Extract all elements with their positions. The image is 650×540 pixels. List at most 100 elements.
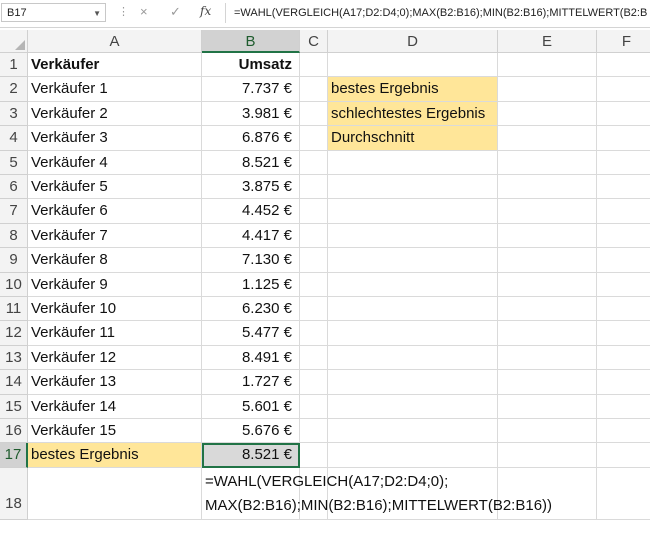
cell-C9[interactable] xyxy=(300,248,328,273)
cancel-icon[interactable]: × xyxy=(140,4,148,19)
cell-D4[interactable]: Durchschnitt xyxy=(328,126,498,151)
cell-F12[interactable] xyxy=(597,321,650,346)
cell-E17[interactable] xyxy=(498,443,597,468)
cell-A4[interactable]: Verkäufer 3 xyxy=(28,126,202,151)
cell-E15[interactable] xyxy=(498,394,597,419)
cell-D6[interactable] xyxy=(328,175,498,200)
cell-F8[interactable] xyxy=(597,224,650,249)
cell-E16[interactable] xyxy=(498,419,597,444)
cell-E9[interactable] xyxy=(498,248,597,273)
column-header-C[interactable]: C xyxy=(300,30,328,53)
row-header-14[interactable]: 14 xyxy=(0,370,28,395)
cell-F11[interactable] xyxy=(597,297,650,322)
cell-C3[interactable] xyxy=(300,101,328,127)
cell-A11[interactable]: Verkäufer 10 xyxy=(28,297,202,322)
cell-E10[interactable] xyxy=(498,272,597,297)
cell-C17[interactable] xyxy=(300,443,328,468)
column-header-E[interactable]: E xyxy=(498,30,597,53)
cell-C8[interactable] xyxy=(300,223,328,249)
cell-B7[interactable]: 4.452 € xyxy=(202,199,300,224)
row-header-13[interactable]: 13 xyxy=(0,345,28,371)
cell-D3[interactable]: schlechtestes Ergebnis xyxy=(328,101,498,127)
cell-B12[interactable]: 5.477 € xyxy=(202,321,300,346)
cell-B6[interactable]: 3.875 € xyxy=(202,175,300,200)
cell-A12[interactable]: Verkäufer 11 xyxy=(28,321,202,346)
cell-B14[interactable]: 1.727 € xyxy=(202,370,300,395)
cell-B1[interactable]: Umsatz xyxy=(202,53,300,78)
select-all-corner[interactable] xyxy=(0,30,28,53)
row-header-1[interactable]: 1 xyxy=(0,53,28,78)
cell-E6[interactable] xyxy=(498,175,597,200)
cell-A5[interactable]: Verkäufer 4 xyxy=(28,150,202,175)
cell-D13[interactable] xyxy=(328,345,498,371)
cell-D16[interactable] xyxy=(328,419,498,444)
row-header-6[interactable]: 6 xyxy=(0,175,28,200)
cell-D11[interactable] xyxy=(328,297,498,322)
row-header-4[interactable]: 4 xyxy=(0,126,28,151)
row-header-2[interactable]: 2 xyxy=(0,77,28,102)
cell-B18[interactable]: =WAHL(VERGLEICH(A17;D2:D4;0); MAX(B2:B16)… xyxy=(202,467,552,520)
cell-A13[interactable]: Verkäufer 12 xyxy=(28,345,202,371)
cell-F17[interactable] xyxy=(597,443,650,468)
row-header-11[interactable]: 11 xyxy=(0,297,28,322)
row-header-17[interactable]: 17 xyxy=(0,443,28,468)
chevron-down-icon[interactable]: ▼ xyxy=(93,4,101,23)
cell-F9[interactable] xyxy=(597,248,650,273)
cell-B11[interactable]: 6.230 € xyxy=(202,297,300,322)
cell-C5[interactable] xyxy=(300,150,328,175)
column-header-D[interactable]: D xyxy=(328,30,498,53)
cell-D17[interactable] xyxy=(328,443,498,468)
cell-F10[interactable] xyxy=(597,273,650,297)
cell-A7[interactable]: Verkäufer 6 xyxy=(28,199,202,224)
cell-C15[interactable] xyxy=(300,394,328,419)
cell-F13[interactable] xyxy=(597,346,650,371)
cell-A10[interactable]: Verkäufer 9 xyxy=(28,272,202,297)
cell-B8[interactable]: 4.417 € xyxy=(202,223,300,249)
cell-F15[interactable] xyxy=(597,395,650,419)
cell-D12[interactable] xyxy=(328,321,498,346)
cell-B17[interactable]: 8.521 € xyxy=(202,443,300,468)
name-box[interactable]: B17 ▼ xyxy=(1,3,106,22)
drag-handle-icon[interactable]: ⋮ xyxy=(118,5,129,18)
row-header-16[interactable]: 16 xyxy=(0,419,28,444)
cell-C6[interactable] xyxy=(300,175,328,200)
row-header-3[interactable]: 3 xyxy=(0,101,28,127)
cell-F1[interactable] xyxy=(597,53,650,78)
cell-A8[interactable]: Verkäufer 7 xyxy=(28,223,202,249)
cell-D2[interactable]: bestes Ergebnis xyxy=(328,77,498,102)
column-header-B[interactable]: B xyxy=(202,30,300,53)
row-header-15[interactable]: 15 xyxy=(0,394,28,419)
cell-A18[interactable] xyxy=(28,467,202,520)
cell-C13[interactable] xyxy=(300,345,328,371)
cell-B9[interactable]: 7.130 € xyxy=(202,248,300,273)
row-header-8[interactable]: 8 xyxy=(0,223,28,249)
cell-E1[interactable] xyxy=(498,53,597,78)
cell-C11[interactable] xyxy=(300,297,328,322)
cell-A6[interactable]: Verkäufer 5 xyxy=(28,175,202,200)
column-header-A[interactable]: A xyxy=(28,30,202,53)
row-header-7[interactable]: 7 xyxy=(0,199,28,224)
cell-E2[interactable] xyxy=(498,77,597,102)
cell-B13[interactable]: 8.491 € xyxy=(202,345,300,371)
cell-F14[interactable] xyxy=(597,370,650,395)
cell-C7[interactable] xyxy=(300,199,328,224)
cell-C1[interactable] xyxy=(300,53,328,78)
cell-A17[interactable]: bestes Ergebnis xyxy=(28,443,202,468)
cell-C10[interactable] xyxy=(300,272,328,297)
cell-F16[interactable] xyxy=(597,419,650,444)
cell-E7[interactable] xyxy=(498,199,597,224)
column-header-F[interactable]: F xyxy=(597,30,650,53)
cell-C4[interactable] xyxy=(300,126,328,151)
cell-E12[interactable] xyxy=(498,321,597,346)
cell-D1[interactable] xyxy=(328,53,498,78)
cell-C2[interactable] xyxy=(300,77,328,102)
cell-E13[interactable] xyxy=(498,345,597,371)
cell-B15[interactable]: 5.601 € xyxy=(202,394,300,419)
cell-D7[interactable] xyxy=(328,199,498,224)
cell-B4[interactable]: 6.876 € xyxy=(202,126,300,151)
cell-A15[interactable]: Verkäufer 14 xyxy=(28,394,202,419)
cell-E4[interactable] xyxy=(498,126,597,151)
row-header-10[interactable]: 10 xyxy=(0,272,28,297)
cell-E8[interactable] xyxy=(498,223,597,249)
row-header-12[interactable]: 12 xyxy=(0,321,28,346)
